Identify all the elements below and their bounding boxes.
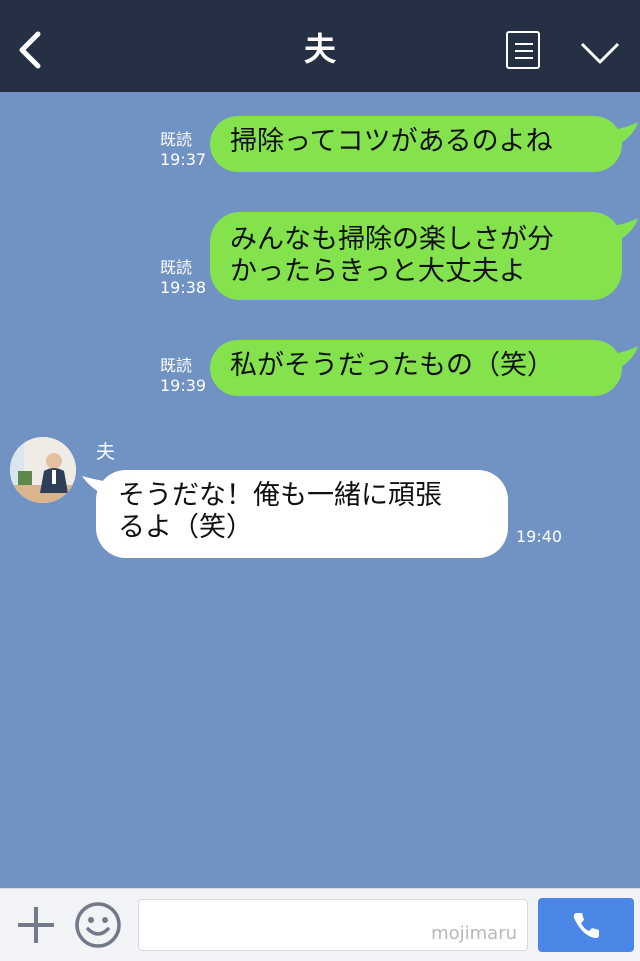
message-text-line: るよ（笑） [118,512,253,543]
message-text-line: みんなも掃除の楽しさが分 [230,224,554,255]
watermark-text: mojimaru [431,923,517,944]
message-text: 掃除ってコツがあるのよね [230,126,553,157]
chevron-down-icon[interactable] [580,40,620,66]
message-text-line: そうだな！俺も一緒に頑張 [118,480,442,511]
bubble-tail [612,218,638,242]
chat-title: 夫 [303,30,336,68]
incoming-message-bubble[interactable]: そうだな！俺も一緒に頑張 るよ（笑） [96,470,508,558]
input-bar: mojimaru [0,888,640,961]
message-meta: 既読 19:39 [160,356,206,396]
message-time: 19:40 [516,527,563,546]
message-time: 19:39 [160,376,207,395]
outgoing-message-bubble[interactable]: 私がそうだったもの（笑） [210,340,622,396]
read-label: 既読 [160,130,193,149]
chat-area: 既読 19:37 掃除ってコツがあるのよね 既読 19:38 みんなも掃除の楽し… [0,92,640,888]
outgoing-message-bubble[interactable]: 掃除ってコツがあるのよね [210,116,622,172]
menu-list-icon[interactable] [506,31,540,69]
message-text-line: かったらきっと大丈夫よ [230,256,526,287]
plus-icon[interactable] [16,905,56,945]
message-meta: 既読 19:37 [160,130,206,170]
read-label: 既読 [160,258,193,277]
outgoing-message-bubble[interactable]: みんなも掃除の楽しさが分 かったらきっと大丈夫よ [210,212,622,300]
message-text: 私がそうだったもの（笑） [230,350,554,381]
bubble-tail [612,346,638,370]
read-label: 既読 [160,356,193,375]
chat-header: 夫 [0,0,640,92]
emoji-icon[interactable] [74,901,122,949]
message-time: 19:38 [160,278,207,297]
sender-name: 夫 [96,441,116,463]
message-time: 19:37 [160,150,207,169]
call-button[interactable] [538,898,634,952]
avatar[interactable] [10,437,76,503]
message-meta: 既読 19:38 [160,258,206,298]
person-avatar-icon [10,437,76,503]
phone-icon [573,913,599,938]
message-input[interactable]: mojimaru [138,899,528,951]
bubble-tail [612,122,638,146]
